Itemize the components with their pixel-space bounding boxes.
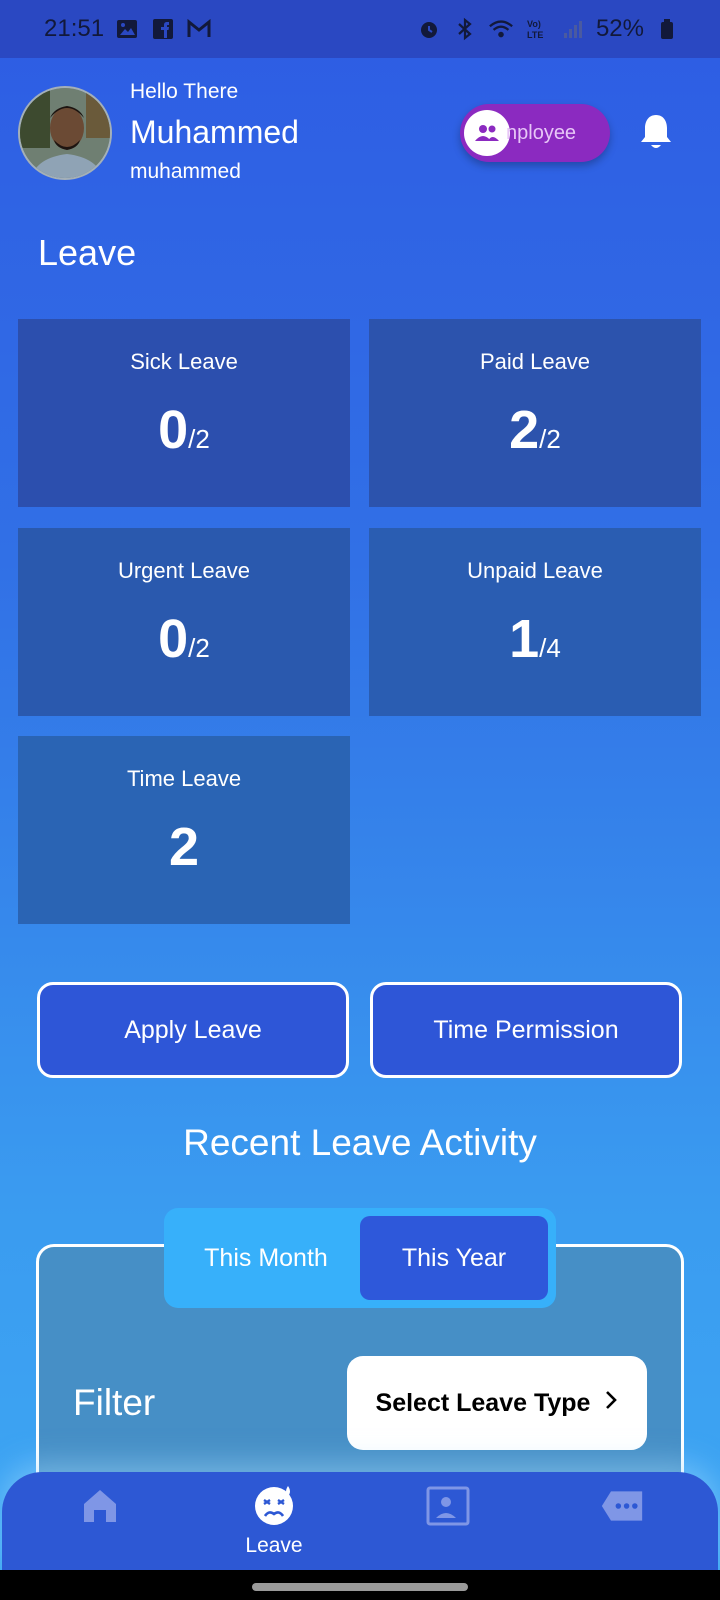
nav-more[interactable]: [532, 1472, 712, 1572]
user-name: Muhammed: [130, 114, 299, 150]
alarm-icon: [416, 16, 442, 42]
avatar[interactable]: [18, 86, 112, 180]
urgent-leave-card[interactable]: Urgent Leave 0/2: [18, 528, 350, 716]
nav-leave[interactable]: Leave: [184, 1472, 364, 1572]
card-value: 2: [168, 817, 200, 877]
select-leave-type-label: Select Leave Type: [375, 1388, 591, 1417]
profile-card-icon: [426, 1484, 470, 1528]
role-label: nployee: [506, 121, 577, 144]
time-permission-button[interactable]: Time Permission: [370, 982, 682, 1078]
app-header: Hello There Muhammed muhammed nployee: [0, 58, 720, 208]
volte-icon: Vo) LTE: [524, 16, 550, 42]
chevron-right-icon: [604, 1389, 618, 1418]
gallery-icon: [114, 16, 140, 42]
card-label: Sick Leave: [130, 349, 238, 374]
tab-this-year[interactable]: This Year: [360, 1216, 548, 1300]
notification-bell-icon[interactable]: [638, 112, 674, 152]
nav-profile[interactable]: [358, 1472, 538, 1572]
nav-leave-label: Leave: [245, 1534, 303, 1557]
status-bar: 21:51 Vo) LTE 52%: [0, 0, 720, 58]
bottom-navigation: Leave: [2, 1472, 718, 1572]
leave-icon: [252, 1484, 296, 1528]
card-value: 0/2: [158, 609, 210, 669]
svg-text:Vo): Vo): [527, 19, 541, 29]
home-gesture-bar[interactable]: [252, 1583, 468, 1591]
user-handle: muhammed: [130, 160, 241, 183]
status-time: 21:51: [44, 15, 105, 42]
period-segmented-control: This Month This Year: [164, 1208, 556, 1308]
sick-leave-card[interactable]: Sick Leave 0/2: [18, 319, 350, 507]
apply-leave-button[interactable]: Apply Leave: [37, 982, 349, 1078]
signal-icon: [560, 16, 586, 42]
home-icon: [78, 1484, 122, 1528]
card-label: Urgent Leave: [117, 558, 251, 583]
role-toggle[interactable]: nployee: [460, 104, 610, 162]
card-label: Time Leave: [126, 766, 242, 791]
card-label: Unpaid Leave: [467, 558, 603, 583]
time-leave-card[interactable]: Time Leave 2: [18, 736, 350, 924]
gmail-icon: [186, 16, 212, 42]
recent-activity-title: Recent Leave Activity: [183, 1122, 537, 1163]
card-value: 1/4: [509, 609, 561, 669]
battery-percent: 52%: [595, 15, 644, 42]
unpaid-leave-card[interactable]: Unpaid Leave 1/4: [369, 528, 701, 716]
wifi-icon: [488, 16, 514, 42]
card-label: Paid Leave: [479, 349, 591, 374]
battery-icon: [654, 16, 680, 42]
more-icon: [600, 1484, 644, 1528]
facebook-icon: [150, 16, 176, 42]
card-value: 0/2: [158, 400, 210, 460]
select-leave-type-button[interactable]: Select Leave Type: [347, 1356, 647, 1450]
group-icon: [464, 110, 510, 156]
nav-home[interactable]: [10, 1472, 190, 1572]
filter-label: Filter: [73, 1382, 156, 1423]
tab-this-month[interactable]: This Month: [172, 1216, 360, 1300]
paid-leave-card[interactable]: Paid Leave 2/2: [369, 319, 701, 507]
bluetooth-icon: [452, 16, 478, 42]
leave-section-title: Leave: [38, 232, 137, 273]
card-value: 2/2: [509, 400, 561, 460]
svg-text:LTE: LTE: [527, 30, 543, 40]
greeting-text: Hello There: [130, 80, 239, 103]
